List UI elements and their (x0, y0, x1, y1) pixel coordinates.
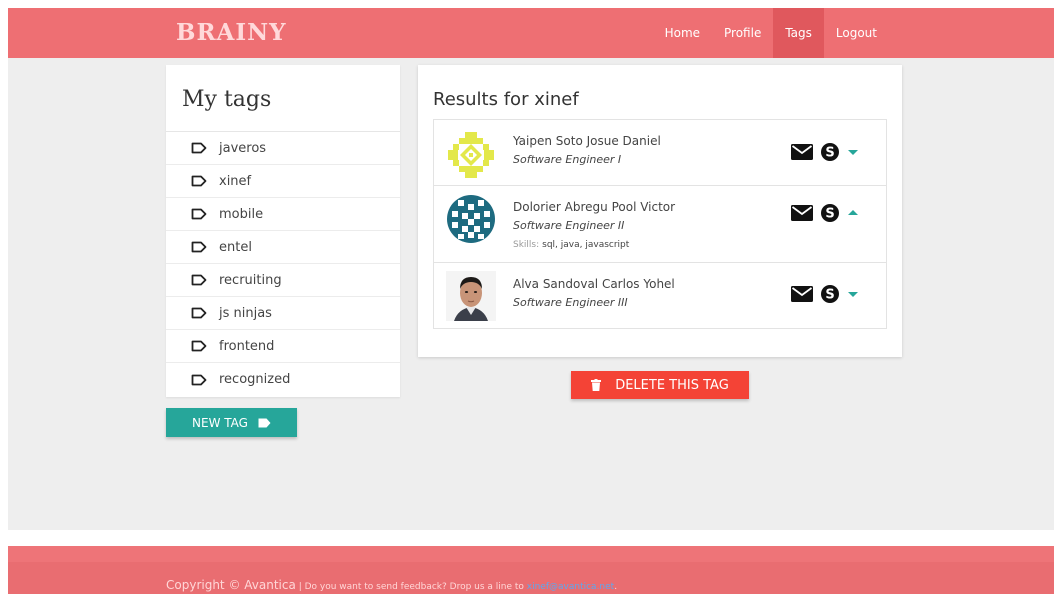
brand-logo[interactable]: BRAINY (176, 19, 287, 46)
svg-text:S: S (825, 288, 834, 303)
results-card: Results for xinef Yaipen Soto Josue Dani… (418, 65, 902, 357)
my-tags-card: My tags javeros xinef mobile entel recru… (166, 65, 400, 397)
person-actions: S (791, 285, 859, 303)
tag-label: js ninjas (219, 305, 272, 321)
tag-icon (191, 307, 207, 319)
results-list: Yaipen Soto Josue Daniel Software Engine… (433, 119, 887, 329)
tag-label: xinef (219, 173, 252, 189)
identicon-avatar (448, 132, 494, 178)
delete-tag-label: DELETE THIS TAG (615, 377, 729, 393)
person-actions: S (791, 143, 859, 161)
tag-icon (191, 340, 207, 352)
new-tag-button[interactable]: NEW TAG (166, 408, 297, 437)
mail-icon[interactable] (791, 205, 813, 221)
tag-item-xinef[interactable]: xinef (166, 165, 400, 198)
nav-logout[interactable]: Logout (824, 8, 889, 58)
tag-label: recruiting (219, 272, 282, 288)
footer-separator: | (295, 582, 305, 592)
footer-text: Copyright © Avantica | Do you want to se… (166, 578, 617, 592)
footer-period: . (614, 582, 618, 592)
copyright-text: Copyright © Avantica (166, 578, 296, 592)
skype-icon[interactable]: S (821, 204, 839, 222)
chevron-down-icon[interactable] (847, 148, 859, 156)
identicon-avatar (447, 195, 495, 243)
tag-label: frontend (219, 338, 275, 354)
top-navbar: BRAINY Home Profile Tags Logout (8, 8, 1054, 58)
mail-icon[interactable] (791, 286, 813, 302)
tag-item-entel[interactable]: entel (166, 231, 400, 264)
skype-icon[interactable]: S (821, 143, 839, 161)
feedback-email-link[interactable]: xinef@avantica.net (527, 582, 614, 592)
footer-strip (8, 546, 1054, 562)
person-title: Software Engineer II (513, 219, 625, 232)
tag-item-javeros[interactable]: javeros (166, 132, 400, 165)
tag-item-frontend[interactable]: frontend (166, 330, 400, 363)
tag-label: javeros (219, 140, 267, 156)
tag-item-js-ninjas[interactable]: js ninjas (166, 297, 400, 330)
result-row[interactable]: Yaipen Soto Josue Daniel Software Engine… (434, 120, 886, 186)
delete-tag-button[interactable]: DELETE THIS TAG (571, 371, 749, 399)
person-title: Software Engineer III (513, 296, 628, 309)
svg-text:S: S (825, 207, 834, 222)
tag-item-recruiting[interactable]: recruiting (166, 264, 400, 297)
trash-icon (591, 379, 602, 391)
person-actions: S (791, 204, 859, 222)
tag-icon (191, 208, 207, 220)
nav-tags[interactable]: Tags (773, 8, 824, 58)
tag-icon (191, 374, 207, 385)
new-tag-label: NEW TAG (192, 415, 248, 430)
tag-icon (191, 274, 207, 286)
skills-value: sql, java, javascript (542, 240, 630, 250)
results-title: Results for xinef (433, 89, 579, 110)
mail-icon[interactable] (791, 144, 813, 160)
result-row[interactable]: Dolorier Abregu Pool Victor Software Eng… (434, 186, 886, 263)
person-name[interactable]: Alva Sandoval Carlos Yohel (513, 277, 675, 291)
skills-label: Skills: (513, 240, 540, 250)
chevron-up-icon[interactable] (847, 209, 859, 217)
tag-icon (191, 142, 207, 154)
tag-icon (258, 418, 271, 427)
tag-label: mobile (219, 206, 264, 222)
tag-label: entel (219, 239, 252, 255)
nav-home[interactable]: Home (653, 8, 712, 58)
nav-profile[interactable]: Profile (712, 8, 773, 58)
feedback-text: Do you want to send feedback? Drop us a … (304, 582, 527, 592)
result-row[interactable]: Alva Sandoval Carlos Yohel Software Engi… (434, 263, 886, 328)
chevron-down-icon[interactable] (847, 290, 859, 298)
person-skills: Skills: sql, java, javascript (513, 240, 629, 250)
person-photo-avatar (446, 271, 496, 321)
footer: Copyright © Avantica | Do you want to se… (8, 546, 1054, 594)
nav-links: Home Profile Tags Logout (653, 8, 889, 58)
tag-item-recognized[interactable]: recognized (166, 363, 400, 396)
tag-item-mobile[interactable]: mobile (166, 198, 400, 231)
svg-text:S: S (825, 146, 834, 161)
tag-icon (191, 241, 207, 253)
person-title: Software Engineer I (513, 153, 622, 166)
person-name[interactable]: Yaipen Soto Josue Daniel (513, 134, 661, 148)
my-tags-title: My tags (166, 65, 400, 132)
tag-icon (191, 175, 207, 187)
tag-label: recognized (219, 372, 291, 387)
person-name[interactable]: Dolorier Abregu Pool Victor (513, 200, 675, 214)
skype-icon[interactable]: S (821, 285, 839, 303)
